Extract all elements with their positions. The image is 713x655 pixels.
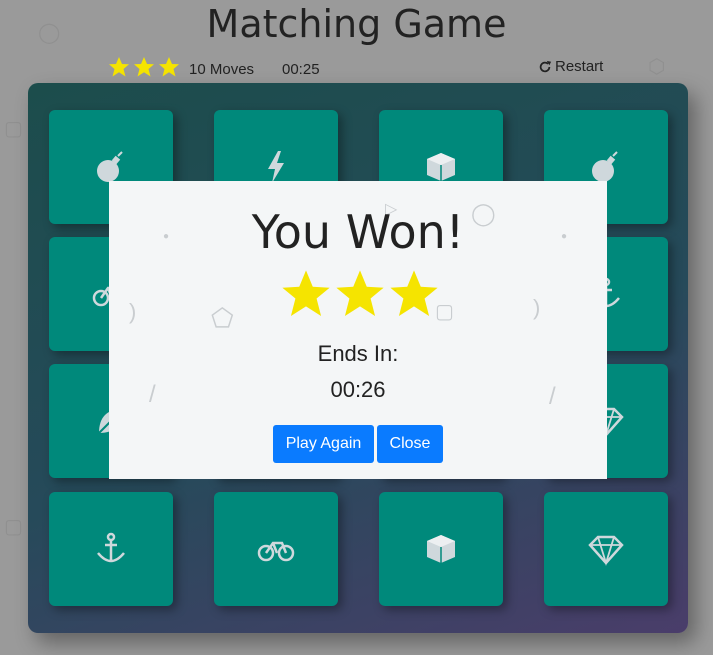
final-star-rating (279, 267, 441, 321)
moves-counter: 10 Moves (189, 61, 255, 78)
bg-square-shape: ▢ (4, 516, 23, 538)
game-timer: 00:25 (282, 61, 320, 78)
restart-button[interactable]: Restart (538, 58, 603, 75)
anchor-icon (97, 532, 125, 563)
score-panel: 10 Moves 00:25 Restart (107, 55, 613, 81)
play-again-button[interactable]: Play Again (273, 425, 374, 463)
star-rating (107, 55, 181, 79)
star-icon (159, 57, 179, 77)
bg-hexagon-shape: ⬡ (648, 56, 666, 78)
star-icon (134, 57, 154, 77)
card-cube[interactable] (379, 492, 503, 606)
cube-icon (427, 535, 455, 563)
close-button[interactable]: Close (377, 425, 443, 463)
final-time: 00:26 (330, 377, 386, 402)
star-icon (336, 270, 384, 317)
ends-in-label: Ends In: (317, 341, 399, 366)
win-title: You Won! (251, 205, 465, 259)
deco-paren: ) (533, 295, 541, 320)
deco-paren: ) (129, 299, 137, 324)
page-title: Matching Game (206, 2, 507, 46)
restart-icon (539, 60, 552, 72)
card-anchor[interactable] (49, 492, 173, 606)
bg-square-shape: ▢ (4, 118, 23, 140)
win-modal: ▷ ◯ ⬠ ▢ ) ) / / ● ● You Won! Ends In: 00… (109, 181, 607, 479)
restart-label: Restart (555, 58, 604, 75)
star-icon (282, 270, 330, 317)
card-bicycle[interactable] (214, 492, 338, 606)
deco-pentagon: ⬠ (211, 303, 234, 333)
star-icon (390, 270, 438, 317)
card-diamond[interactable] (544, 492, 668, 606)
diamond-icon (588, 535, 624, 567)
bicycle-icon (257, 541, 295, 562)
star-icon (109, 57, 129, 77)
